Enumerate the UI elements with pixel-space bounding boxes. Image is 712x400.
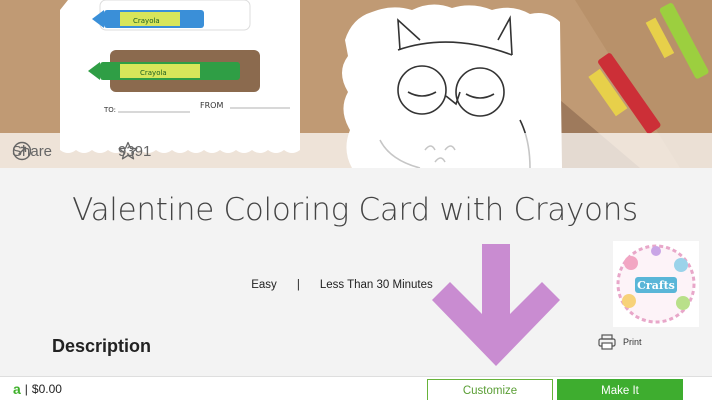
project-title: Valentine Coloring Card with Crayons xyxy=(72,192,638,228)
crayon-label-1: Crayola xyxy=(133,17,160,25)
print-button[interactable]: Print xyxy=(598,334,642,350)
logo-text: Crafts xyxy=(637,279,675,292)
price-value: $0.00 xyxy=(31,382,62,396)
share-arrow-icon xyxy=(12,141,32,161)
share-button[interactable]: Share xyxy=(12,141,52,161)
project-details: Valentine Coloring Card with Crayons Eas… xyxy=(0,168,712,376)
project-meta: Easy | Less Than 30 Minutes xyxy=(0,279,712,291)
star-icon xyxy=(118,141,138,160)
purchase-bar: a | $0.00 Customize Make It xyxy=(0,376,712,400)
printer-icon xyxy=(598,334,616,350)
price-separator: | xyxy=(24,382,28,396)
customize-button[interactable]: Customize xyxy=(427,379,553,400)
cricut-access-icon: a xyxy=(13,381,21,397)
hero-action-bar: Share 9391 xyxy=(0,133,712,168)
card-to-label: TO: xyxy=(103,106,116,114)
duration-label: Less Than 30 Minutes xyxy=(319,279,433,291)
print-label: Print xyxy=(623,337,642,347)
crafts-logo-image: Crafts xyxy=(616,244,696,324)
project-hero-image: Crayola Crayola TO: FROM Share 9391 xyxy=(0,0,712,168)
down-arrow-annotation xyxy=(432,244,560,366)
price-info: a | $0.00 xyxy=(13,382,62,396)
description-heading: Description xyxy=(52,336,152,356)
publisher-logo[interactable]: Crafts xyxy=(613,241,699,327)
make-it-button[interactable]: Make It xyxy=(557,379,683,400)
meta-separator: | xyxy=(296,279,300,291)
crayon-label-2: Crayola xyxy=(140,69,167,77)
difficulty-label: Easy xyxy=(251,279,277,291)
favorite-button[interactable]: 9391 xyxy=(118,141,151,161)
card-from-label: FROM xyxy=(200,101,223,110)
